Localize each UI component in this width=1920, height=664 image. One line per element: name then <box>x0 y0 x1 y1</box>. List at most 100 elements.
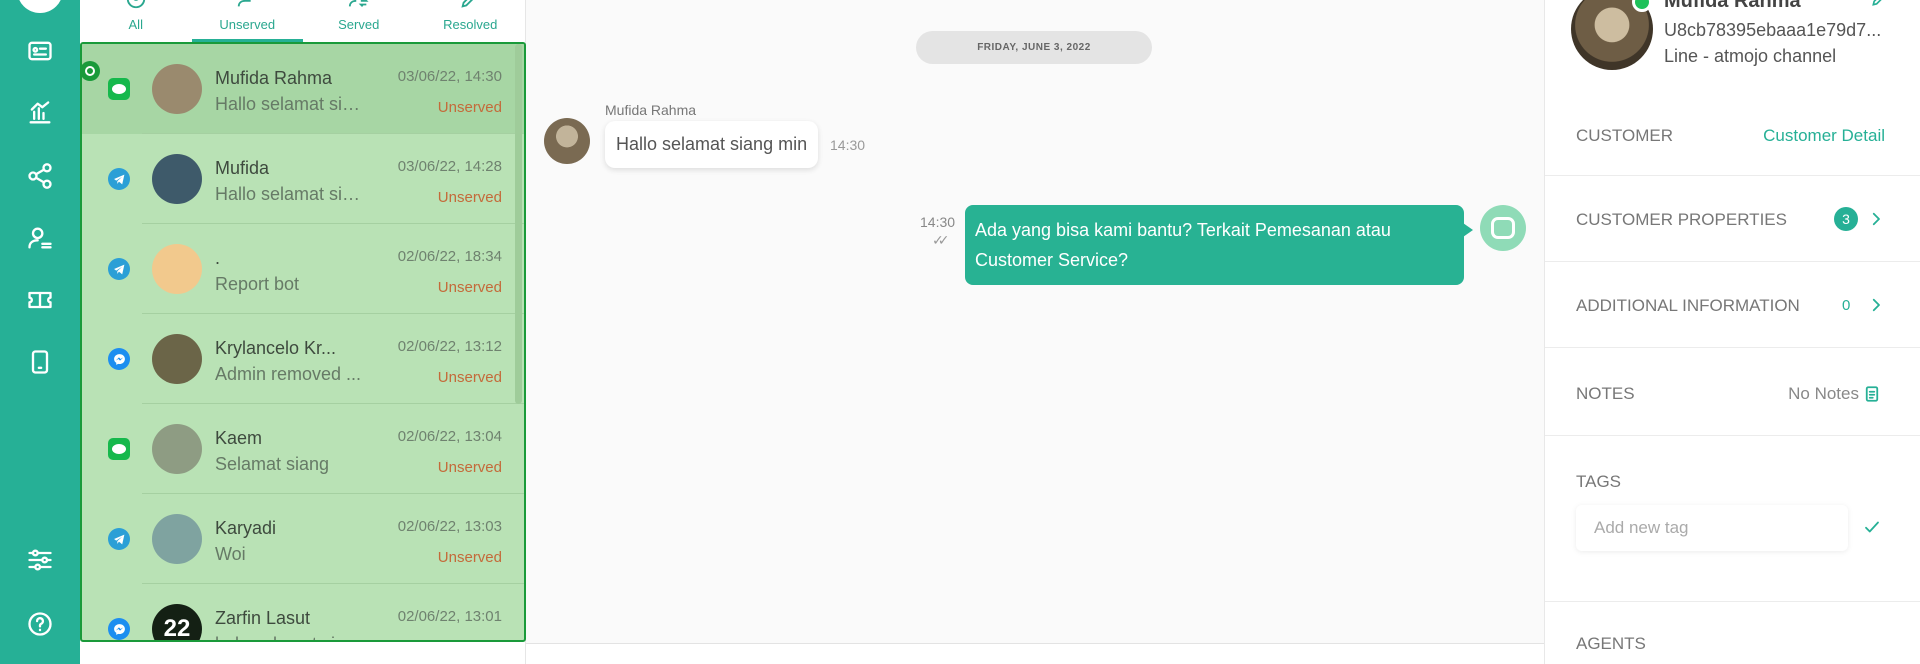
message-date: 03/06/22, 14:28 <box>397 158 502 175</box>
tab-resolved[interactable]: Resolved <box>415 0 527 42</box>
message-date: 02/06/22, 13:01 <box>397 608 502 625</box>
additional-count: 0 <box>1842 297 1851 314</box>
double-check-icon: ✓✓ <box>932 232 950 248</box>
analytics-nav-icon[interactable] <box>22 95 58 131</box>
contacts-nav-icon[interactable] <box>22 33 58 69</box>
conversation-item[interactable]: Krylancelo Kr... Admin removed ... 02/06/2… <box>82 314 524 404</box>
date-divider: FRIDAY, JUNE 3, 2022 <box>916 31 1152 64</box>
avatar <box>152 334 202 384</box>
user-nav-icon[interactable] <box>22 220 58 256</box>
focus-indicator-icon <box>82 61 100 81</box>
telegram-channel-icon <box>108 168 130 190</box>
contact-name: Mufida Rahma <box>215 68 333 88</box>
tab-unserved[interactable]: Unserved <box>191 0 304 42</box>
avatar <box>152 424 202 474</box>
contact-name: Karyadi <box>215 518 277 538</box>
customer-properties-row[interactable]: CUSTOMER PROPERTIES 3 <box>1545 176 1920 262</box>
telegram-channel-icon <box>108 258 130 280</box>
tab-label: All <box>128 17 143 32</box>
avatar: 22 <box>152 604 202 640</box>
customer-row: CUSTOMER Customer Detail <box>1545 104 1920 176</box>
message-date: 02/06/22, 13:03 <box>397 518 502 535</box>
user-swap-icon <box>348 0 370 10</box>
chevron-right-icon[interactable] <box>1867 210 1885 228</box>
status-badge: Unserved <box>437 369 502 386</box>
conversation-item[interactable]: . Report bot 02/06/22, 18:34 Unserved <box>82 224 524 314</box>
avatar <box>152 154 202 204</box>
line-channel-icon <box>108 438 130 460</box>
conversation-item[interactable]: Mufida Hallo selamat siang min 03/06/22, 1… <box>82 134 524 224</box>
agents-row: AGENTS <box>1545 602 1920 664</box>
status-tabs: All Unserved Served Resolved <box>80 0 526 42</box>
notes-label: NOTES <box>1576 384 1635 403</box>
chat-area: FRIDAY, JUNE 3, 2022 Mufida Rahma Hallo … <box>526 0 1544 664</box>
tab-label: Served <box>338 17 380 32</box>
share-nav-icon[interactable] <box>22 158 58 194</box>
message-preview: halo selamat siang <box>215 634 370 640</box>
properties-label: CUSTOMER PROPERTIES <box>1576 210 1787 229</box>
conversation-item[interactable]: Karyadi Woi 02/06/22, 13:03 Unserved <box>82 494 524 584</box>
additional-label: ADDITIONAL INFORMATION <box>1576 296 1800 315</box>
contact-name: Kaem <box>215 428 263 448</box>
notes-icon[interactable] <box>1863 385 1881 403</box>
customer-panel: Mufida Rahma U8cb78395ebaaa1e79d7... Lin… <box>1544 0 1920 664</box>
tab-label: Resolved <box>443 17 498 32</box>
status-badge: Unserved <box>437 459 502 476</box>
messenger-channel-icon <box>108 618 130 640</box>
status-badge: Unserved <box>438 639 502 640</box>
list-scrollbar[interactable] <box>515 44 522 404</box>
conversation-item[interactable]: Mufida Rahma Hallo selamat siang min 03/06… <box>82 44 524 134</box>
notes-value: No Notes <box>1788 384 1859 403</box>
edit-icon <box>459 0 481 10</box>
tag-input[interactable] <box>1576 505 1848 551</box>
customer-channel: Line - atmojo channel <box>1664 46 1837 66</box>
customer-id: U8cb78395ebaaa1e79d7... <box>1664 20 1882 40</box>
message-composer[interactable] <box>526 643 1544 664</box>
settings-nav-icon[interactable] <box>22 542 58 578</box>
contact-name: . <box>215 248 221 268</box>
notes-row[interactable]: NOTES No Notes <box>1545 348 1920 436</box>
conversation-list[interactable]: Mufida Rahma Hallo selamat siang min 03/06… <box>80 42 526 642</box>
avatar <box>152 244 202 294</box>
message-date: 03/06/22, 14:30 <box>397 68 502 85</box>
message-date: 02/06/22, 13:04 <box>397 428 502 445</box>
customer-name: Mufida Rahma <box>1664 0 1801 12</box>
status-badge: Unserved <box>437 279 502 296</box>
contact-name: Krylancelo Kr... <box>215 338 337 358</box>
avatar <box>152 64 202 114</box>
bot-avatar-icon <box>1480 205 1526 251</box>
user-circle-icon <box>125 0 147 10</box>
edit-icon[interactable] <box>1870 0 1890 8</box>
user-clock-icon <box>236 0 258 10</box>
sidebar-nav <box>0 0 80 664</box>
contact-name: Mufida <box>215 158 270 178</box>
message-preview: Hallo selamat siang min <box>215 184 370 204</box>
chevron-right-icon[interactable] <box>1867 296 1885 314</box>
app-logo[interactable] <box>17 0 63 13</box>
device-nav-icon[interactable] <box>22 344 58 380</box>
status-badge: Unserved <box>437 99 502 116</box>
customer-detail-link[interactable]: Customer Detail <box>1763 126 1885 146</box>
tags-label: TAGS <box>1576 472 1622 491</box>
tab-all[interactable]: All <box>80 0 192 42</box>
status-badge: Unserved <box>437 549 502 566</box>
outgoing-message: Ada yang bisa kami bantu? Terkait Pemesa… <box>965 205 1473 285</box>
app: All Unserved Served Resolved Mufida Rahm… <box>0 0 1920 664</box>
tab-label: Unserved <box>219 17 276 32</box>
incoming-sender-name: Mufida Rahma <box>605 102 697 118</box>
conversation-list-panel: All Unserved Served Resolved Mufida Rahm… <box>80 0 526 664</box>
additional-information-row[interactable]: ADDITIONAL INFORMATION 0 <box>1545 262 1920 348</box>
agents-label: AGENTS <box>1576 634 1646 653</box>
message-date: 02/06/22, 18:34 <box>397 248 502 265</box>
ticket-nav-icon[interactable] <box>22 282 58 318</box>
help-nav-icon[interactable] <box>22 606 58 642</box>
incoming-avatar <box>544 118 590 164</box>
customer-label: CUSTOMER <box>1576 126 1673 145</box>
conversation-item[interactable]: Kaem Selamat siang 02/06/22, 13:04 Unserved <box>82 404 524 494</box>
tab-served[interactable]: Served <box>303 0 415 42</box>
check-icon[interactable] <box>1863 518 1881 536</box>
properties-count-badge: 3 <box>1834 207 1858 231</box>
message-preview: Woi <box>215 544 246 564</box>
conversation-item[interactable]: 22 Zarfin Lasut halo selamat siang 02/06/22… <box>82 584 524 640</box>
incoming-time: 14:30 <box>830 137 866 153</box>
